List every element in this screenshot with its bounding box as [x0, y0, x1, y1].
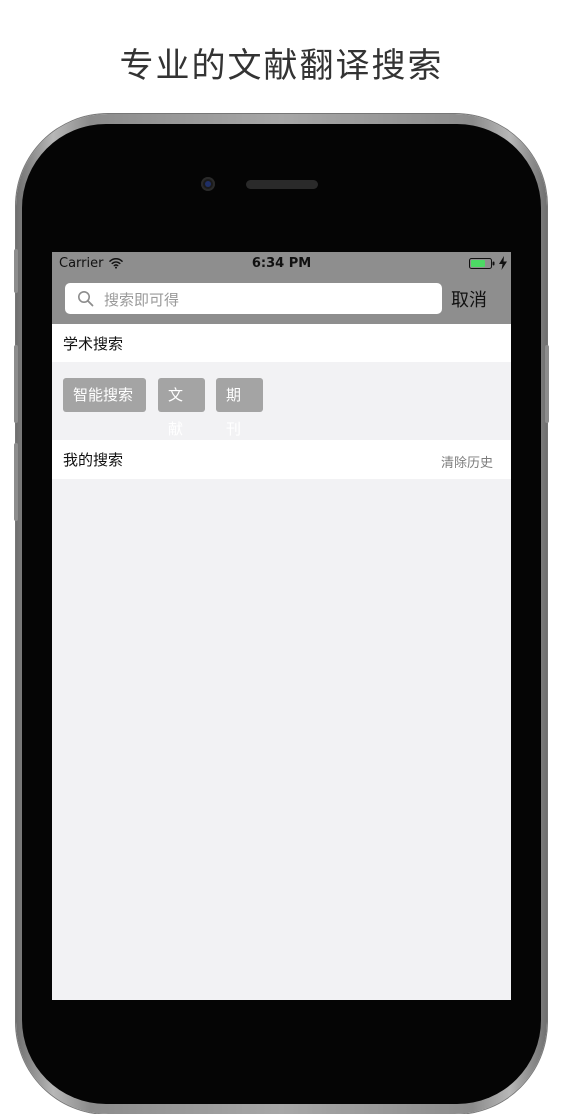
- academic-search-section: 学术搜索: [52, 324, 511, 362]
- volume-down-button: [14, 443, 18, 521]
- cancel-button[interactable]: 取消: [451, 286, 487, 312]
- power-button: [545, 345, 549, 423]
- academic-search-title: 学术搜索: [63, 335, 124, 353]
- mute-switch: [14, 249, 18, 293]
- front-camera: [201, 177, 215, 191]
- app-screen: Carrier 6:34 PM 取消 学术搜索 智能搜索: [52, 252, 511, 1000]
- tag-literature[interactable]: 文献: [158, 378, 205, 438]
- clear-history-button[interactable]: 清除历史: [441, 452, 493, 471]
- search-input[interactable]: [102, 283, 436, 316]
- bolt-icon: [499, 256, 507, 270]
- search-field[interactable]: [65, 283, 442, 316]
- search-bar: 取消: [52, 274, 511, 324]
- status-time: 6:34 PM: [251, 256, 312, 271]
- status-bar: Carrier 6:34 PM: [52, 252, 511, 274]
- tag-smart-search[interactable]: 智能搜索: [63, 378, 146, 412]
- earpiece-speaker: [246, 180, 318, 189]
- promo-headline: 专业的文献翻译搜索: [119, 46, 444, 86]
- tag-journal[interactable]: 期刊: [216, 378, 263, 438]
- search-icon: [78, 291, 94, 307]
- volume-up-button: [14, 345, 18, 423]
- history-section: 我的搜索 清除历史: [52, 440, 511, 479]
- battery-icon: [469, 258, 495, 269]
- history-title: 我的搜索: [63, 451, 124, 469]
